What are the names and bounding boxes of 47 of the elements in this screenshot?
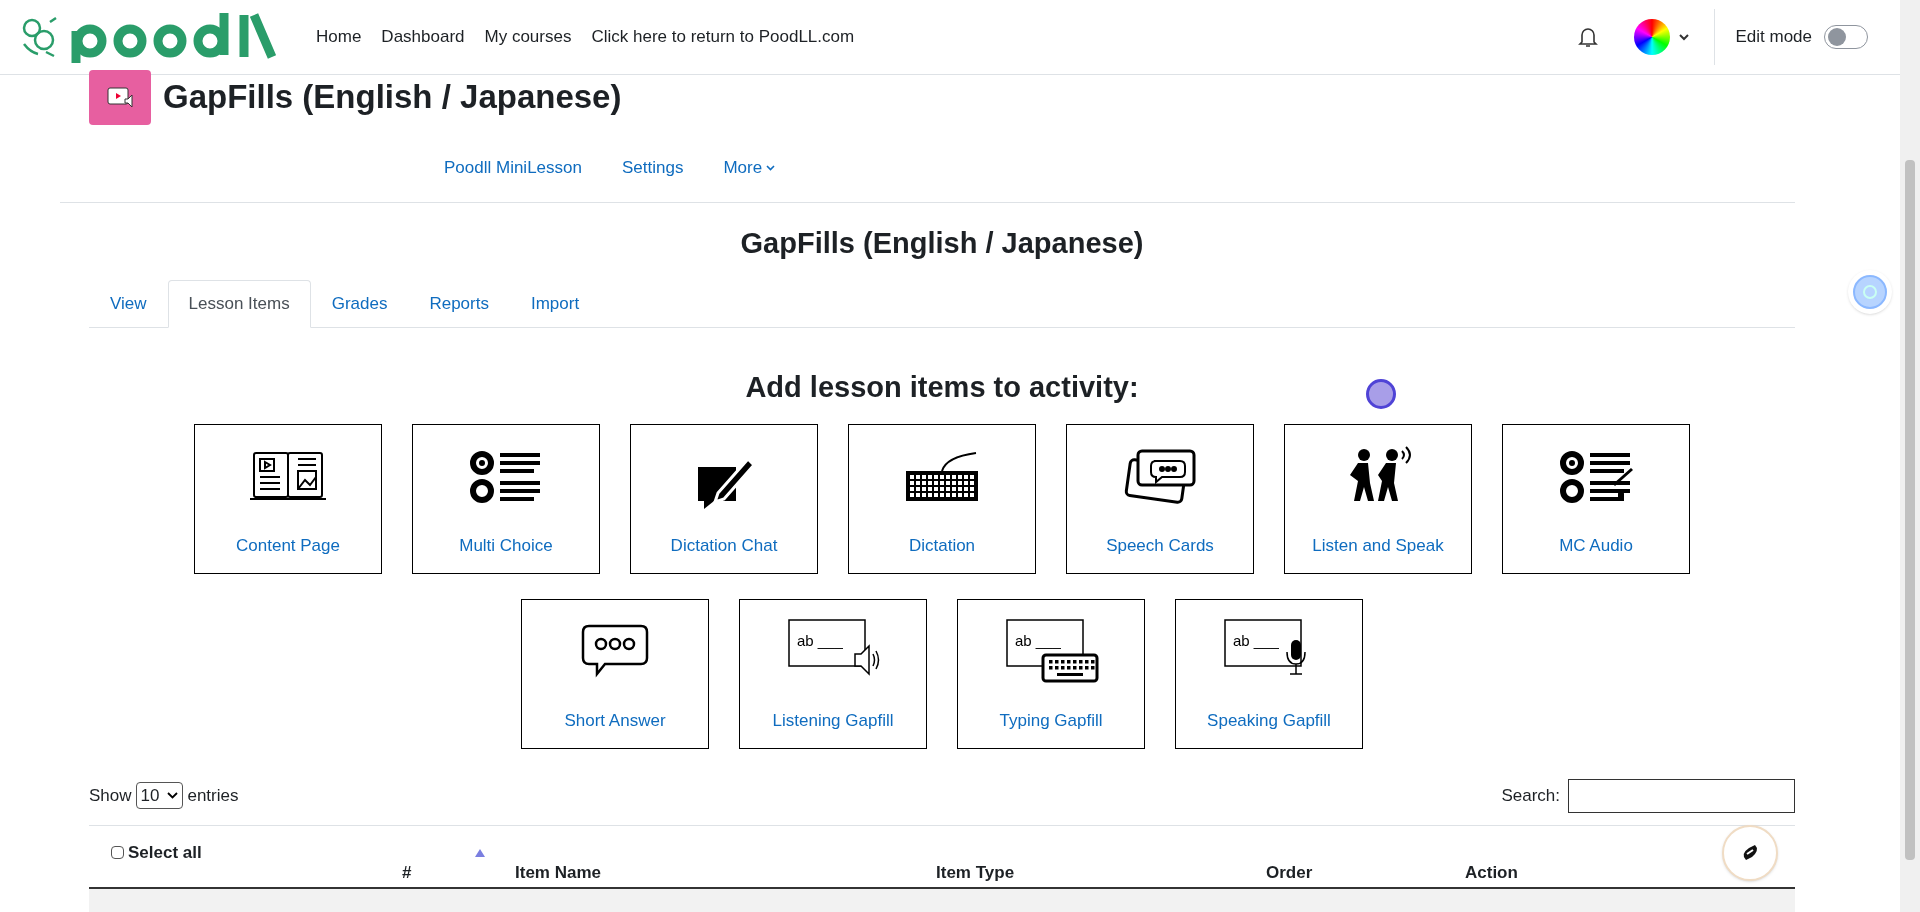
- column-header[interactable]: #: [402, 859, 412, 885]
- caret-icon[interactable]: [1678, 33, 1691, 41]
- bell-icon[interactable]: [1578, 26, 1599, 48]
- tab[interactable]: View: [89, 280, 168, 328]
- lesson-item-card[interactable]: Content Page: [194, 423, 382, 574]
- select-all-checkbox[interactable]: [111, 845, 124, 859]
- column-header[interactable]: Action: [1465, 859, 1518, 885]
- select-all-label: Select all: [128, 841, 202, 864]
- lesson-item-card[interactable]: Speech Cards: [1066, 423, 1254, 574]
- lesson-item-card[interactable]: ab ___ Typing Gapfill: [957, 598, 1145, 749]
- edit-mode-toggle[interactable]: [1824, 25, 1868, 49]
- show-label: Show: [89, 784, 132, 807]
- lesson-item-card[interactable]: ab ___ Listening Gapfill: [739, 598, 927, 749]
- lesson-item-card[interactable]: MC Audio: [1502, 423, 1690, 574]
- add-items-heading: Add lesson items to activity:: [745, 372, 1139, 402]
- lesson-item-card[interactable]: Dictation: [848, 423, 1036, 574]
- lesson-item-card[interactable]: Short Answer: [521, 598, 709, 749]
- secondary-nav-link[interactable]: Settings: [621, 155, 684, 181]
- nav-link[interactable]: Click here to return to PoodLL.com: [591, 24, 855, 50]
- activity-heading: GapFills (English / Japanese): [739, 229, 1145, 258]
- floating-help-button[interactable]: [1722, 825, 1778, 881]
- page-size-select[interactable]: 10: [135, 782, 184, 809]
- tab[interactable]: Lesson Items: [167, 280, 311, 328]
- search-label: Search:: [1501, 784, 1560, 807]
- caret-icon: [766, 165, 776, 171]
- lesson-item-card[interactable]: Dictation Chat: [630, 423, 818, 574]
- nav-link[interactable]: Dashboard: [381, 24, 465, 50]
- user-avatar[interactable]: [1634, 19, 1671, 55]
- caret-icon: [167, 792, 179, 799]
- column-header[interactable]: Item Name: [515, 859, 601, 885]
- column-header[interactable]: Item Type: [936, 859, 1015, 885]
- lesson-item-card[interactable]: Listen and Speak: [1284, 423, 1472, 574]
- tab[interactable]: Grades: [310, 280, 409, 328]
- nav-link[interactable]: My courses: [484, 24, 572, 50]
- edit-mode-label: Edit mode: [1735, 26, 1812, 49]
- secondary-nav-link[interactable]: Poodll MiniLesson: [444, 155, 582, 181]
- page-title: GapFills (English / Japanese): [163, 80, 622, 113]
- entries-label: entries: [187, 784, 239, 807]
- more-menu[interactable]: More: [723, 155, 776, 181]
- column-header[interactable]: Order: [1266, 859, 1313, 885]
- tab[interactable]: Reports: [408, 280, 510, 328]
- lesson-item-card[interactable]: Multi Choice: [412, 423, 600, 574]
- search-field[interactable]: [1568, 778, 1795, 813]
- lesson-item-card[interactable]: ab ___ Speaking Gapfill: [1175, 598, 1363, 749]
- nav-link[interactable]: Home: [316, 24, 362, 50]
- tab[interactable]: Import: [509, 280, 601, 328]
- sort-ascending-icon[interactable]: [475, 848, 486, 857]
